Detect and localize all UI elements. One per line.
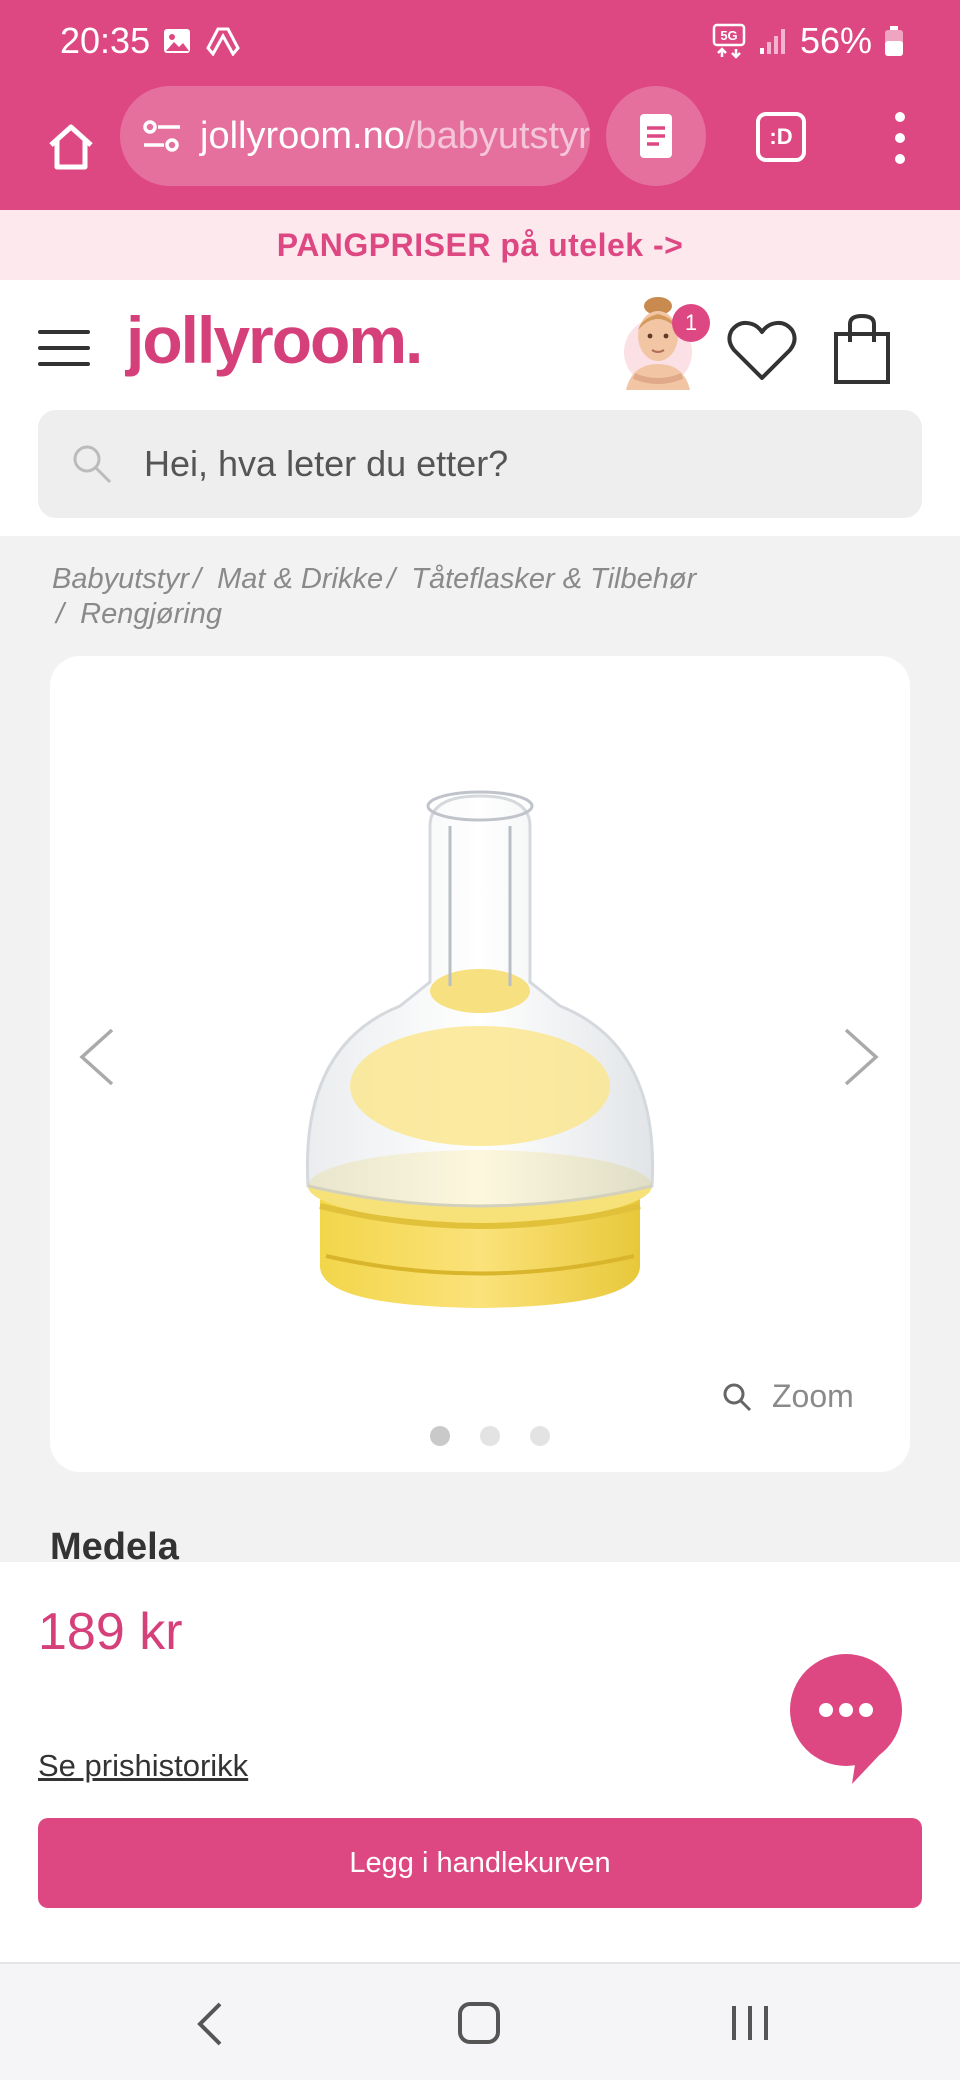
search-bar <box>38 410 922 518</box>
breadcrumb-mat-drikke[interactable]: Mat & Drikke <box>217 563 383 595</box>
breadcrumb-separator: / <box>387 563 396 595</box>
promo-text: PANGPRISER på utelek -> <box>276 226 684 263</box>
site-settings-button[interactable] <box>142 114 182 158</box>
chat-icon[interactable] <box>790 1654 902 1786</box>
battery-icon <box>885 26 903 56</box>
buy-box: 189 kr Se prishistorikk Legg i handlekur… <box>0 1562 960 1962</box>
reader-mode-icon <box>640 114 672 158</box>
price-history-link[interactable]: Se prishistorikk <box>38 1748 248 1784</box>
product-price: 189 kr <box>38 1603 183 1661</box>
chevron-left-icon[interactable] <box>74 1024 118 1090</box>
nav-home-icon[interactable] <box>456 2000 502 2046</box>
bag-icon <box>834 313 890 384</box>
system-nav-bar <box>0 1962 960 2080</box>
url-domain: jollyroom.no <box>200 114 405 157</box>
drive-icon <box>206 27 240 56</box>
zoom-button[interactable]: Zoom <box>722 1378 854 1415</box>
hamburger-icon <box>38 330 90 334</box>
notification-badge: 1 <box>672 304 710 342</box>
breadcrumb: Babyutstyr / Mat & Drikke / Tåteflasker & … <box>52 562 912 632</box>
breadcrumb-separator: / <box>56 598 65 630</box>
network-5g-icon: 5G <box>712 23 746 59</box>
tabs-icon: :D <box>769 124 793 149</box>
promo-banner[interactable]: PANGPRISER på utelek -> <box>0 210 960 280</box>
browser-menu-button[interactable] <box>880 106 920 170</box>
carousel-pagination <box>430 1426 550 1446</box>
breadcrumb-tateflasker[interactable]: Tåteflasker & Tilbehør <box>411 563 696 595</box>
tabs-button[interactable]: :D <box>756 112 806 162</box>
status-notification-icons <box>162 26 240 56</box>
browser-toolbar: jollyroom.no/babyutstyr :D <box>0 86 960 210</box>
chevron-right-icon[interactable] <box>840 1024 884 1090</box>
product-area: Babyutstyr / Mat & Drikke / Tåteflasker & … <box>0 536 960 1568</box>
nav-recent-icon[interactable] <box>728 2002 772 2044</box>
nav-back-icon[interactable] <box>190 2000 230 2048</box>
gallery-icon <box>164 29 190 53</box>
zoom-icon <box>723 1383 752 1411</box>
url-path: /babyutstyr <box>404 114 590 157</box>
heart-icon <box>727 320 797 380</box>
zoom-label: Zoom <box>772 1378 854 1414</box>
breadcrumb-separator: / <box>193 563 202 595</box>
status-time: 20:35 <box>60 20 151 61</box>
battery-percent: 56% <box>799 20 872 61</box>
product-image <box>305 790 655 1308</box>
hamburger-menu-button[interactable] <box>38 330 90 366</box>
network-label: 5G <box>720 28 737 43</box>
site-logo[interactable]: jollyroom. <box>126 302 423 378</box>
add-to-cart-button[interactable]: Legg i handlekurven <box>38 1818 922 1908</box>
reader-mode-button[interactable] <box>606 86 706 186</box>
signal-icon <box>759 29 785 54</box>
shopping-bag-button[interactable] <box>832 312 892 386</box>
site-header: jollyroom. 1 <box>0 280 960 410</box>
browser-home-button[interactable] <box>34 110 108 184</box>
address-bar[interactable]: jollyroom.no/babyutstyr <box>120 86 590 186</box>
search-icon <box>73 445 112 484</box>
status-bar: 20:35 5G 56% <box>0 0 960 86</box>
carousel-dot-3[interactable] <box>530 1426 550 1446</box>
home-icon <box>49 124 93 170</box>
more-vert-icon <box>895 111 905 122</box>
product-image-carousel: Zoom <box>50 656 910 1472</box>
search-input[interactable] <box>144 410 904 518</box>
breadcrumb-rengjoring[interactable]: Rengjøring <box>80 598 222 630</box>
tune-icon <box>143 120 180 152</box>
wishlist-button[interactable] <box>726 318 798 384</box>
carousel-dot-2[interactable] <box>480 1426 500 1446</box>
url-text: jollyroom.no/babyutstyr <box>200 115 590 158</box>
breadcrumb-babyutstyr[interactable]: Babyutstyr <box>52 563 189 595</box>
carousel-dot-1[interactable] <box>430 1426 450 1446</box>
